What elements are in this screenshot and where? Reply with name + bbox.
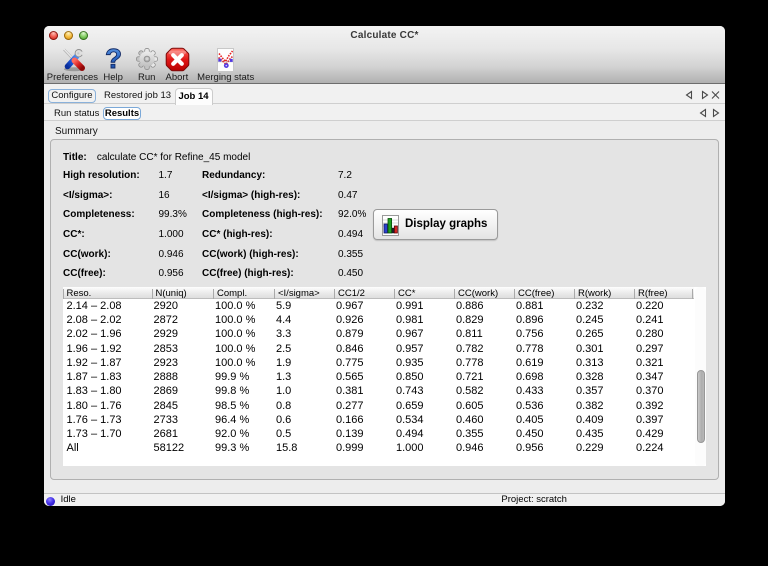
svg-text:?: ? [105,45,122,72]
